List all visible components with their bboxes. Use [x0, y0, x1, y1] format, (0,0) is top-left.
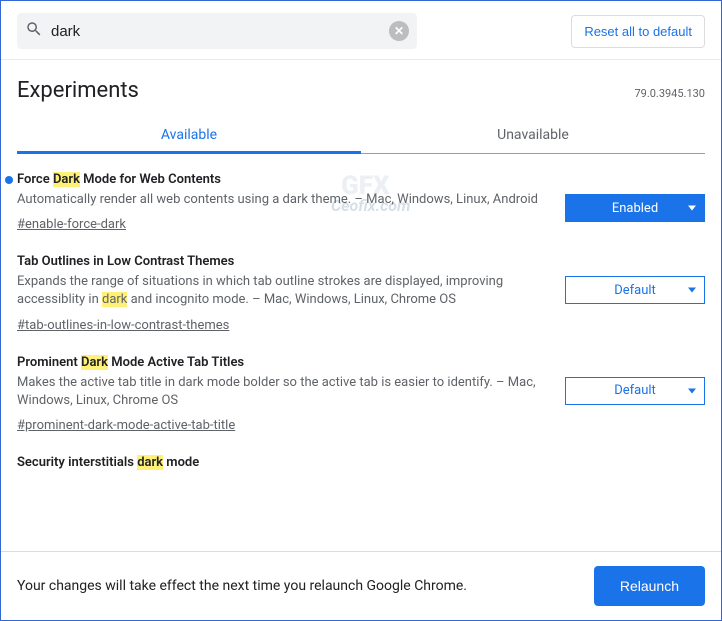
- version-text: 79.0.3945.130: [634, 87, 705, 100]
- title-text: mode: [163, 455, 199, 470]
- title-text: Security interstitials: [17, 455, 137, 470]
- flag-state-select[interactable]: Default: [565, 276, 705, 304]
- select-value: Default: [614, 383, 656, 398]
- flag-select-wrap: Enabled: [565, 172, 705, 232]
- chevron-down-icon: [688, 288, 696, 293]
- flag-description: Automatically render all web contents us…: [17, 191, 545, 209]
- tabs: Available Unavailable: [17, 117, 705, 154]
- flags-list: Force Dark Mode for Web Contents Automat…: [1, 154, 721, 478]
- search-input[interactable]: [51, 23, 381, 40]
- top-bar: ✕ Reset all to default: [1, 1, 721, 59]
- title-text: Mode for Web Contents: [80, 172, 221, 187]
- flag-item: Security interstitials dark mode: [1, 437, 721, 478]
- flag-hash-link[interactable]: #enable-force-dark: [17, 217, 126, 232]
- page-title: Experiments: [17, 78, 139, 103]
- flag-title: Security interstitials dark mode: [17, 455, 705, 470]
- select-value: Enabled: [612, 201, 658, 216]
- reset-all-button[interactable]: Reset all to default: [571, 15, 705, 48]
- title-text: Tab Outlines in Low Contrast Themes: [17, 254, 234, 269]
- flag-content: Security interstitials dark mode: [17, 455, 705, 474]
- flag-content: Prominent Dark Mode Active Tab Titles Ma…: [17, 355, 545, 433]
- highlight-text: dark: [137, 455, 163, 470]
- title-text: Prominent: [17, 355, 81, 370]
- footer-bar: Your changes will take effect the next t…: [1, 551, 721, 620]
- highlight-text: dark: [102, 292, 127, 307]
- title-text: Mode Active Tab Titles: [108, 355, 244, 370]
- flag-title: Prominent Dark Mode Active Tab Titles: [17, 355, 545, 370]
- flag-content: Tab Outlines in Low Contrast Themes Expa…: [17, 254, 545, 332]
- flag-item: Prominent Dark Mode Active Tab Titles Ma…: [1, 337, 721, 437]
- flag-hash-link[interactable]: #tab-outlines-in-low-contrast-themes: [17, 318, 229, 333]
- clear-search-button[interactable]: ✕: [389, 21, 409, 41]
- flag-description: Expands the range of situations in which…: [17, 273, 545, 309]
- footer-message: Your changes will take effect the next t…: [17, 578, 574, 594]
- search-box[interactable]: ✕: [17, 13, 417, 49]
- select-value: Default: [614, 283, 656, 298]
- highlight-text: Dark: [81, 355, 108, 370]
- flag-description: Makes the active tab title in dark mode …: [17, 374, 545, 410]
- search-icon: [25, 20, 43, 42]
- flag-state-select[interactable]: Enabled: [565, 194, 705, 222]
- tab-unavailable[interactable]: Unavailable: [361, 117, 705, 153]
- flag-title: Tab Outlines in Low Contrast Themes: [17, 254, 545, 269]
- highlight-text: Dark: [53, 172, 80, 187]
- flag-item: Force Dark Mode for Web Contents Automat…: [1, 154, 721, 236]
- tab-available[interactable]: Available: [17, 117, 361, 153]
- flag-item: Tab Outlines in Low Contrast Themes Expa…: [1, 236, 721, 336]
- chevron-down-icon: [688, 388, 696, 393]
- flag-select-wrap: Default: [565, 254, 705, 332]
- title-text: Force: [17, 172, 53, 187]
- header-row: Experiments 79.0.3945.130: [1, 60, 721, 117]
- desc-text: and incognito mode. – Mac, Windows, Linu…: [127, 292, 456, 307]
- flag-content: Force Dark Mode for Web Contents Automat…: [17, 172, 545, 232]
- flag-hash-link[interactable]: #prominent-dark-mode-active-tab-title: [17, 418, 235, 433]
- flag-select-wrap: Default: [565, 355, 705, 433]
- changed-indicator-icon: [5, 176, 13, 184]
- flag-title: Force Dark Mode for Web Contents: [17, 172, 545, 187]
- close-icon: ✕: [394, 24, 404, 38]
- flag-state-select[interactable]: Default: [565, 377, 705, 405]
- chevron-down-icon: [688, 206, 696, 211]
- relaunch-button[interactable]: Relaunch: [594, 566, 705, 606]
